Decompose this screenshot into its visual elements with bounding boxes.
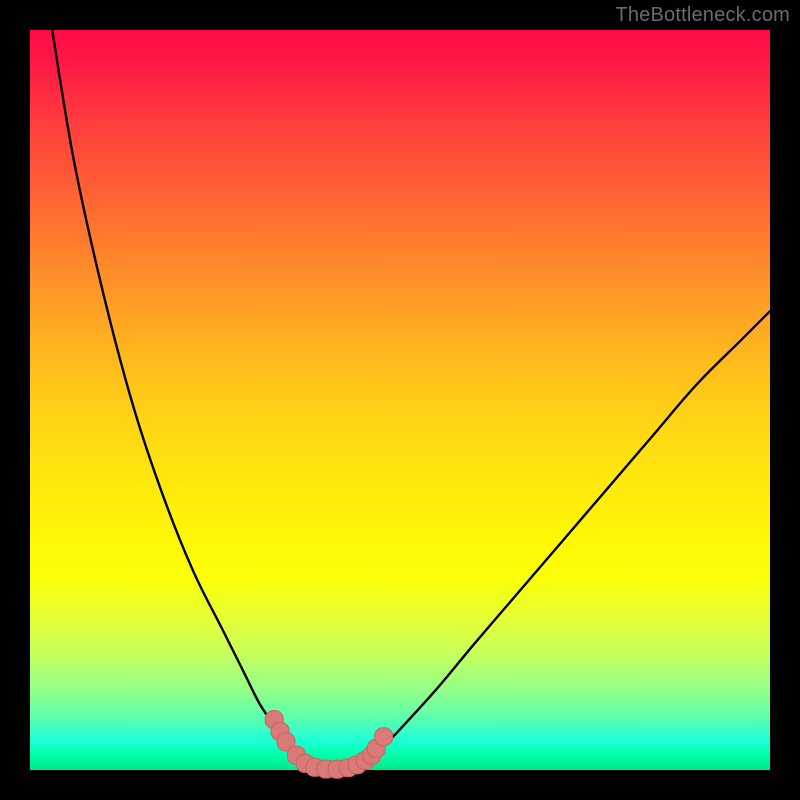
chart-svg — [30, 30, 770, 770]
plot-area — [30, 30, 770, 770]
marker-layer — [265, 711, 393, 779]
bottleneck-curve — [52, 30, 770, 770]
data-marker — [375, 728, 393, 746]
watermark-text: TheBottleneck.com — [615, 4, 790, 27]
chart-frame: TheBottleneck.com — [0, 0, 800, 800]
